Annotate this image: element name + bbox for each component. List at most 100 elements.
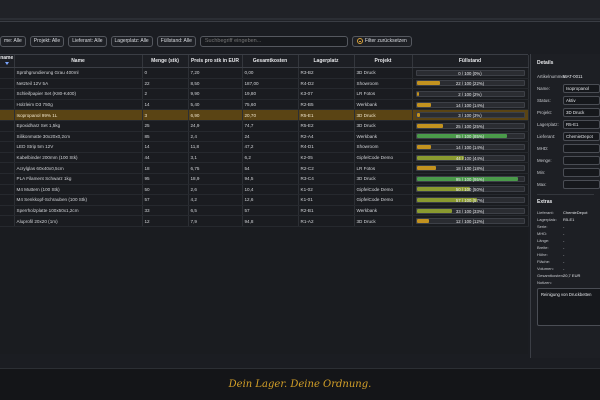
name-field[interactable]: Isopropanol xyxy=(563,83,600,93)
table-row[interactable]: Sperrholzplatte 100x50x1,2cm 33 6,5 57 R2-B1… xyxy=(0,205,529,217)
fill-level-text: 50 / 100 (50%) xyxy=(455,187,485,193)
extras-label: Serie: xyxy=(537,224,548,229)
projekt-select[interactable]: 3D Druck xyxy=(563,107,600,117)
lagerplatz-field[interactable]: R5-E1 xyxy=(563,119,600,129)
table-row[interactable]: Kabelbinder 200mm (100 Stk) 44 3,1 6,2 K2-05… xyxy=(0,152,529,164)
table-row[interactable]: M4 Senkkopf-Schrauben (100 Stk) 57 4,2 12,6… xyxy=(0,194,529,206)
detail-lieferant: Lieferant: ChemieDepot xyxy=(537,130,600,142)
name-cell: Silikonmatte 30x20x0,2cm xyxy=(14,131,143,143)
mhd-field[interactable] xyxy=(563,143,600,153)
projekt-cell: 3D Druck xyxy=(354,67,413,79)
menge-cell: 0 xyxy=(142,67,189,79)
table-row[interactable]: Isopropanol 99% 1L 3 6,90 20,70 R5-E1 3D Druc… xyxy=(0,109,529,121)
table-row[interactable]: PLA Filament Schwarz 1kg 95 18,9 94,5 R3-C4 3… xyxy=(0,173,529,185)
preis-cell: 3,1 xyxy=(188,152,243,164)
column-header-menge[interactable]: Menge (stk) xyxy=(142,55,189,68)
search-input[interactable] xyxy=(199,35,348,47)
column-header-name[interactable]: Name xyxy=(14,55,143,68)
lagerplatz-cell: R2-A4 xyxy=(298,131,355,143)
extras-row: Höhe: - xyxy=(537,251,600,258)
lagerplatz-cell: K3-07 xyxy=(298,88,355,100)
gesamtkosten-cell: 75,60 xyxy=(242,99,299,111)
reset-filter-button[interactable]: Filter zurücksetzen xyxy=(351,35,412,47)
menge-cell: 18 xyxy=(142,162,189,174)
preis-cell: 7,20 xyxy=(188,67,243,79)
table-row[interactable]: Sprühgrundierung Grau 400ml 0 7,20 0,00 R3-B… xyxy=(0,67,529,79)
detail-menge: Menge: xyxy=(537,154,600,166)
projekt-cell: 3D Druck xyxy=(354,120,413,132)
fill-level-text: 0 / 100 (0%) xyxy=(458,70,482,76)
filter-projekt[interactable]: Projekt: Alle xyxy=(29,35,65,47)
menge-cell: 25 xyxy=(142,120,189,132)
reset-icon xyxy=(356,38,363,44)
column-header-fuellstand[interactable]: Füllstand xyxy=(412,55,529,68)
extras-label: Gesamtkosten: xyxy=(537,273,564,278)
name-cell: Netzteil 12V 5A xyxy=(14,78,143,90)
gesamtkosten-cell: 187,00 xyxy=(242,78,299,90)
fill-level-text: 12 / 100 (12%) xyxy=(455,219,485,225)
table-row[interactable]: Schleifpapier Set (K80-K400) 2 9,90 19,80 K3… xyxy=(0,88,529,100)
fill-level-text: 14 / 100 (14%) xyxy=(455,144,485,150)
sort-icon xyxy=(5,62,10,66)
table-row[interactable]: Netzteil 12V 5A 22 8,50 187,00 R4-D2 Showroom… xyxy=(0,78,529,90)
fill-level-text: 2 / 100 (2%) xyxy=(458,91,482,97)
fuellstand-cell: 0 / 100 (0%) xyxy=(412,67,529,79)
projekt-cell: 3D Druck xyxy=(354,109,413,121)
detail-status: Status: Aktiv xyxy=(537,94,600,106)
extras-value: ChemieDepot xyxy=(563,210,588,215)
projekt-cell: GipfelCode Demo xyxy=(354,194,413,206)
kategorie-cell xyxy=(0,99,15,111)
extras-row: Lagerplatz: R5-E1 xyxy=(537,216,600,223)
table-row[interactable]: Holzleim D3 750g 14 5,40 75,60 R2-B5 Werkbank… xyxy=(0,99,529,111)
gesamtkosten-cell: 24 xyxy=(242,131,299,143)
preis-cell: 2,4 xyxy=(188,131,243,143)
filter-lieferant[interactable]: Lieferant: Alle xyxy=(68,35,107,47)
extras-value: R5-E1 xyxy=(563,217,575,222)
column-header-lagerplatz[interactable]: Lagerplatz xyxy=(298,55,355,68)
gesamtkosten-cell: 19,80 xyxy=(242,88,299,100)
table-row[interactable]: Silikonmatte 30x20x0,2cm 85 2,4 24 R2-A4 Werk… xyxy=(0,131,529,143)
table-row[interactable]: M4 Muttern (100 Stk) 50 2,6 10,4 K1-02 Gipfel… xyxy=(0,184,529,196)
kategorie-cell xyxy=(0,120,15,132)
detail-min: Min: xyxy=(537,166,600,178)
fuellstand-cell: 14 / 100 (14%) xyxy=(412,99,529,111)
filter-fuellstand[interactable]: Füllstand: Alle xyxy=(156,35,196,47)
menge-cell: 57 xyxy=(142,194,189,206)
table-row[interactable]: Aluprofil 20x20 (1m) 12 7,9 94,8 R1-A2 3D Dru… xyxy=(0,215,529,227)
fuellstand-cell: 85 / 100 (85%) xyxy=(412,131,529,143)
status-select[interactable]: Aktiv xyxy=(563,95,600,105)
lagerplatz-cell: R4-D2 xyxy=(298,78,355,90)
min-field[interactable] xyxy=(563,167,600,177)
extras-value: - xyxy=(563,224,565,229)
table-row[interactable]: Epoxidharz Set 1,5kg 25 24,9 74,7 R5-E2 3D Dr… xyxy=(0,120,529,132)
table-row[interactable]: Acrylglas 60x40x0,5cm 18 6,75 54 R2-C2 LR Fot… xyxy=(0,162,529,174)
filter-bar: me: Alle Projekt: Alle Lieferant: Alle L… xyxy=(0,34,600,48)
kategorie-cell xyxy=(0,205,15,217)
column-header-projekt[interactable]: Projekt xyxy=(354,55,413,68)
preis-cell: 8,50 xyxy=(188,78,243,90)
fuellstand-cell: 12 / 100 (12%) xyxy=(412,215,529,227)
extras-value: - xyxy=(563,238,565,243)
table-row[interactable]: LED Strip 5m 12V 14 11,8 47,2 R4-D1 Showroom 1… xyxy=(0,141,529,153)
preis-cell: 6,75 xyxy=(188,162,243,174)
menge-cell: 22 xyxy=(142,78,189,90)
lagerplatz-cell: R1-A2 xyxy=(298,215,355,227)
projekt-cell: Showroom xyxy=(354,141,413,153)
footer: Dein Lager. Deine Ordnung. xyxy=(0,368,600,400)
preis-cell: 7,9 xyxy=(188,215,243,227)
lieferant-field[interactable]: ChemieDepot xyxy=(563,131,600,141)
lagerplatz-cell: K1-02 xyxy=(298,184,355,196)
preis-cell: 11,8 xyxy=(188,141,243,153)
max-field[interactable] xyxy=(563,179,600,189)
column-header-gesamtkosten[interactable]: Gesamtkosten xyxy=(242,55,299,68)
lagerplatz-cell: R3-B2 xyxy=(298,67,355,79)
name-cell: LED Strip 5m 12V xyxy=(14,141,143,153)
projekt-cell: GipfelCode Demo xyxy=(354,152,413,164)
column-header-kategorie[interactable]: name xyxy=(0,55,15,68)
filter-kategorie[interactable]: me: Alle xyxy=(0,35,26,47)
menge-field[interactable] xyxy=(563,155,600,165)
menge-cell: 50 xyxy=(142,184,189,196)
filter-lagerplatz[interactable]: Lagerplatz: Alle xyxy=(110,35,153,47)
column-header-preis[interactable]: Preis pro stk in EUR xyxy=(188,55,243,68)
notizen-field[interactable]: Reinigung von Druckbetten xyxy=(537,288,600,326)
